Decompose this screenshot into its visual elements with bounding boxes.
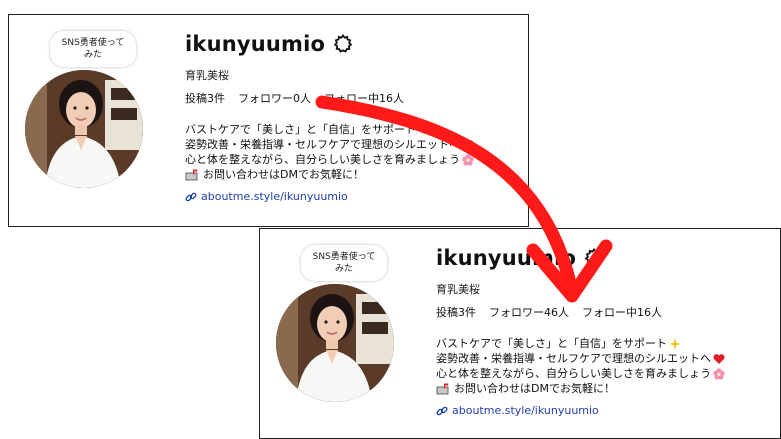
display-name: 育乳美桜	[185, 69, 229, 82]
red-heart-icon	[713, 353, 725, 364]
gear-badge-icon	[333, 34, 353, 53]
bio: バストケアで「美しさ」と「自信」をサポート 姿勢改善・栄養指導・セルフケアで理想…	[436, 336, 725, 396]
username: ikunyuumio	[436, 246, 577, 270]
bio-line-1: バストケアで「美しさ」と「自信」をサポート	[185, 123, 416, 136]
profile-avatar[interactable]	[276, 284, 394, 402]
avatar-photo	[276, 284, 394, 402]
pink-flower-icon	[462, 153, 474, 166]
sparkle-icon	[669, 337, 681, 350]
followers-count[interactable]: フォロワー46人	[489, 304, 569, 319]
posts-count[interactable]: 投稿3件	[436, 304, 476, 319]
link-icon	[436, 406, 448, 415]
profile-link[interactable]: aboutme.style/ikunyuumio	[201, 190, 348, 203]
bio-line-2: 姿勢改善・栄養指導・セルフケアで理想のシルエットへ	[436, 352, 711, 365]
profile-card-before: SNS勇者使って みた ikunyuumio 育乳美桜 投稿3件 フォロワー0人…	[8, 14, 529, 227]
posts-count[interactable]: 投稿3件	[185, 90, 225, 105]
following-count[interactable]: フォロー中16人	[582, 304, 662, 319]
bio-line-4: お問い合わせはDMでお気軽に！	[454, 382, 615, 395]
mailbox-icon	[436, 383, 449, 394]
bio-line-3: 心と体を整えながら、自分らしい美しさを育みましょう	[436, 367, 711, 380]
following-count[interactable]: フォロー中16人	[324, 90, 404, 105]
speech-bubble: SNS勇者使って みた	[50, 31, 136, 67]
bubble-text-line2: みた	[334, 264, 353, 274]
profile-stats: 投稿3件 フォロワー46人 フォロー中16人	[436, 304, 725, 319]
profile-stats: 投稿3件 フォロワー0人 フォロー中16人	[185, 90, 474, 105]
bio-line-2: 姿勢改善・栄養指導・セルフケアで理想のシルエットへ	[185, 138, 460, 151]
profile-info: ikunyuumio 育乳美桜 投稿3件 フォロワー0人 フォロー中16人 バス…	[185, 29, 474, 203]
profile-info: ikunyuumio 育乳美桜 投稿3件 フォロワー46人 フォロー中16人 バ…	[436, 243, 725, 417]
pink-flower-icon	[713, 367, 725, 380]
mailbox-icon	[185, 169, 198, 180]
link-icon	[185, 192, 197, 201]
red-heart-icon	[462, 139, 474, 150]
bio-line-1: バストケアで「美しさ」と「自信」をサポート	[436, 337, 667, 350]
display-name: 育乳美桜	[436, 283, 480, 296]
profile-card-after: SNS勇者使って みた ikunyuumio 育乳美桜 投稿3件 フォロワー46…	[259, 228, 781, 439]
bubble-text-line1: SNS勇者使って	[312, 252, 376, 262]
bio-line-3: 心と体を整えながら、自分らしい美しさを育みましょう	[185, 153, 460, 166]
avatar-photo	[25, 70, 143, 188]
profile-avatar[interactable]	[25, 70, 143, 188]
speech-bubble: SNS勇者使って みた	[301, 245, 387, 281]
profile-link[interactable]: aboutme.style/ikunyuumio	[452, 404, 599, 417]
followers-count[interactable]: フォロワー0人	[238, 90, 311, 105]
bio-line-4: お問い合わせはDMでお気軽に！	[203, 168, 364, 181]
username: ikunyuumio	[185, 32, 326, 56]
bio: バストケアで「美しさ」と「自信」をサポート 姿勢改善・栄養指導・セルフケアで理想…	[185, 122, 474, 182]
gear-badge-icon	[584, 248, 604, 267]
bubble-text-line2: みた	[83, 50, 102, 60]
bubble-text-line1: SNS勇者使って	[61, 38, 125, 48]
sparkle-icon	[418, 123, 430, 136]
